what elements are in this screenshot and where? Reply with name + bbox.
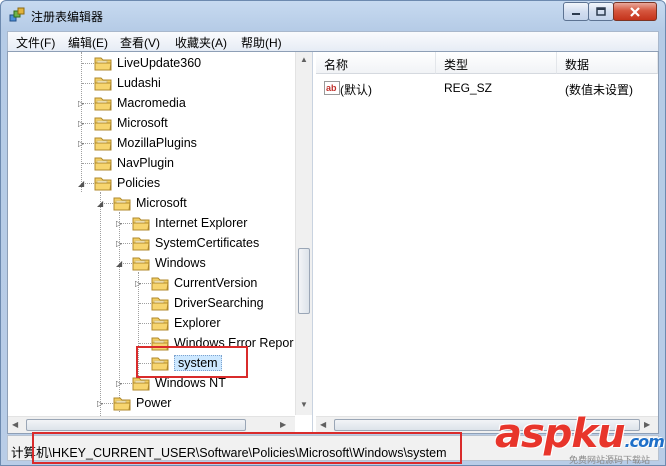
tree-node[interactable]: Ludashi <box>8 73 295 93</box>
value-name: (默认) <box>340 83 372 97</box>
tree-vertical-scrollbar[interactable]: ▲ ▼ <box>295 52 312 415</box>
close-button[interactable] <box>613 2 657 21</box>
tree-node-label: Internet Explorer <box>155 216 248 230</box>
tree-node[interactable]: ▷ Microsoft <box>8 113 295 133</box>
expand-arrow-icon[interactable]: ▷ <box>116 239 122 248</box>
column-header-name[interactable]: 名称 <box>316 52 436 74</box>
tree-node[interactable]: ▷ CurrentVersion <box>8 273 295 293</box>
maximize-icon <box>596 7 606 16</box>
tree-horizontal-scrollbar[interactable]: ◀ ▶ <box>8 416 295 433</box>
folder-icon <box>132 257 150 271</box>
folder-icon <box>151 297 169 311</box>
title-bar[interactable]: 注册表编辑器 <box>1 1 665 31</box>
expand-arrow-icon[interactable]: ▷ <box>97 399 103 408</box>
menu-file[interactable]: 文件(F) <box>16 34 55 51</box>
tree-node-label: SystemCertificates <box>155 236 260 250</box>
expand-arrow-icon[interactable]: ▷ <box>78 119 84 128</box>
expand-arrow-icon[interactable]: ▷ <box>116 219 122 228</box>
collapse-arrow-icon[interactable]: ◢ <box>97 199 103 208</box>
folder-icon <box>113 397 131 411</box>
menu-view[interactable]: 查看(V) <box>120 34 160 51</box>
folder-icon <box>94 177 112 191</box>
window-title: 注册表编辑器 <box>31 10 104 24</box>
folder-icon <box>132 237 150 251</box>
tree-node-label: Microsoft <box>117 116 168 130</box>
tree-hscroll-thumb[interactable] <box>26 419 246 431</box>
expand-arrow-icon[interactable]: ▷ <box>135 279 141 288</box>
tree-node-label: Policies <box>117 176 161 190</box>
folder-icon <box>94 157 112 171</box>
tree-node[interactable]: ▷ Internet Explorer <box>8 213 295 233</box>
string-value-icon: ab <box>324 81 340 95</box>
tree-node[interactable]: ▷ SystemCertificates <box>8 233 295 253</box>
scroll-right-arrow-icon[interactable]: ▶ <box>280 420 286 429</box>
tree-node-label: Windows <box>155 256 206 270</box>
menu-help[interactable]: 帮助(H) <box>241 34 282 51</box>
expand-arrow-icon[interactable]: ▷ <box>116 379 122 388</box>
tree-node-label: MozillaPlugins <box>117 136 197 150</box>
tree-node-label: NavPlugin <box>117 156 174 170</box>
tree-node-label: Windows NT <box>155 376 226 390</box>
editor-client-area: LiveUpdate360 Ludashi ▷ Macromedia ▷ Microsof… <box>7 51 659 434</box>
tree-node[interactable]: ◢ Policies <box>8 173 295 193</box>
tree-node[interactable]: NavPlugin <box>8 153 295 173</box>
expand-arrow-icon[interactable]: ▷ <box>78 99 84 108</box>
menu-edit[interactable]: 编辑(E) <box>68 34 108 51</box>
tree-vscroll-thumb[interactable] <box>298 248 310 314</box>
folder-icon <box>94 117 112 131</box>
maximize-button[interactable] <box>588 2 614 21</box>
folder-icon <box>94 97 112 111</box>
scroll-down-arrow-icon[interactable]: ▼ <box>300 400 308 409</box>
scroll-left-arrow-icon[interactable]: ◀ <box>12 420 18 429</box>
tree-node[interactable]: ▷ MozillaPlugins <box>8 133 295 153</box>
selected-key-highlight-box <box>136 346 248 378</box>
folder-icon <box>151 277 169 291</box>
menu-bar: 文件(F) 编辑(E) 查看(V) 收藏夹(A) 帮助(H) <box>7 31 659 51</box>
folder-icon <box>132 217 150 231</box>
value-type: REG_SZ <box>444 81 493 95</box>
tree-node[interactable]: ◢ Windows <box>8 253 295 273</box>
tree-node[interactable]: LiveUpdate360 <box>8 53 295 73</box>
tree-node-label: LiveUpdate360 <box>117 56 202 70</box>
tree-node-label: Ludashi <box>117 76 161 90</box>
tree-node[interactable]: DriverSearching <box>8 293 295 313</box>
value-row[interactable]: ab (默认) REG_SZ (数值未设置) <box>316 78 658 98</box>
column-header-type[interactable]: 类型 <box>436 52 557 74</box>
collapse-arrow-icon[interactable]: ◢ <box>78 179 84 188</box>
registry-editor-window: 注册表编辑器 文件(F) 编辑(E) 查看(V) 收藏夹(A) 帮助(H) Li… <box>0 0 666 466</box>
registry-values-list: 名称 类型 数据 ab (默认) REG_SZ (数值未设置) ◀ ▶ <box>316 52 658 433</box>
menu-favorites[interactable]: 收藏夹(A) <box>175 34 227 51</box>
svg-text:ab: ab <box>326 83 337 93</box>
tree-node[interactable]: ◢ Microsoft <box>8 193 295 213</box>
tree-node[interactable]: Explorer <box>8 313 295 333</box>
close-icon <box>630 6 640 17</box>
folder-icon <box>94 57 112 71</box>
expand-arrow-icon[interactable]: ▷ <box>78 139 84 148</box>
minimize-button[interactable] <box>563 2 589 21</box>
column-header-data[interactable]: 数据 <box>557 52 658 74</box>
site-watermark-logo: aspku.com 免费网站源码下载站 <box>495 411 665 465</box>
tree-node-label: DriverSearching <box>174 296 264 310</box>
status-path-highlight-box <box>32 432 462 464</box>
collapse-arrow-icon[interactable]: ◢ <box>116 259 122 268</box>
folder-icon <box>94 137 112 151</box>
folder-icon <box>113 197 131 211</box>
value-data: (数值未设置) <box>565 83 633 97</box>
tree-node-label: Explorer <box>174 316 221 330</box>
scroll-left-arrow-icon[interactable]: ◀ <box>320 420 326 429</box>
folder-icon <box>94 77 112 91</box>
folder-icon <box>151 317 169 331</box>
tree-node[interactable]: ▷ Power <box>8 393 295 413</box>
minimize-icon <box>572 12 580 15</box>
tree-node[interactable]: ▷ Macromedia <box>8 93 295 113</box>
scroll-up-arrow-icon[interactable]: ▲ <box>300 55 308 64</box>
tree-node-label: Power <box>136 396 172 410</box>
tree-node-label: Macromedia <box>117 96 186 110</box>
regedit-app-icon <box>9 7 25 22</box>
tree-node-label: Microsoft <box>136 196 187 210</box>
tree-node-label: CurrentVersion <box>174 276 258 290</box>
